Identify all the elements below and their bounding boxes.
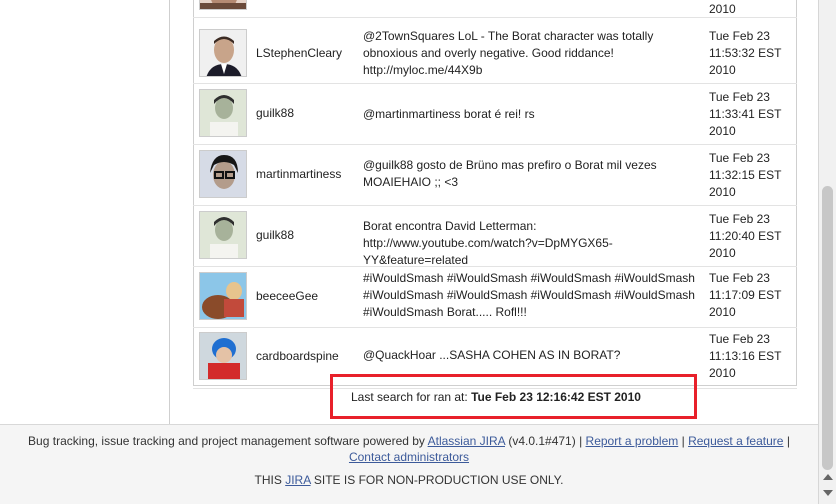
- avatar[interactable]: [199, 332, 247, 380]
- footer-separator: |: [786, 434, 790, 448]
- avatar[interactable]: [199, 89, 247, 137]
- avatar[interactable]: [199, 211, 247, 259]
- tweet-text: Borat encontra David Letterman: http://w…: [363, 219, 613, 267]
- scroll-down-arrow-icon[interactable]: [823, 490, 833, 496]
- table-row: LStephenCleary @2TownSquares LoL - The B…: [193, 23, 797, 84]
- report-problem-link[interactable]: Report a problem: [586, 434, 679, 448]
- tweet-date: Tue Feb 23 11:33:41 EST 2010: [709, 90, 782, 138]
- avatar[interactable]: [199, 0, 247, 10]
- username[interactable]: guilk88: [256, 228, 294, 242]
- table-row: guilk88 Borat encontra David Letterman: …: [193, 206, 797, 267]
- page-footer: Bug tracking, issue tracking and project…: [0, 424, 818, 504]
- tweet-text: #iWouldSmash #iWouldSmash #iWouldSmash #…: [363, 271, 695, 319]
- tweet-date: Tue Feb 23 11:13:16 EST 2010: [709, 332, 782, 380]
- username[interactable]: guilk88: [256, 106, 294, 120]
- footer-separator: |: [579, 434, 583, 448]
- footer-links: Bug tracking, issue tracking and project…: [0, 433, 818, 465]
- notice-before: THIS: [254, 473, 282, 487]
- atlassian-jira-link[interactable]: Atlassian JIRA: [428, 434, 505, 448]
- last-search-timestamp: Tue Feb 23 12:16:42 EST 2010: [471, 390, 641, 404]
- table-row: 2010: [193, 0, 797, 18]
- contact-administrators-link[interactable]: Contact administrators: [349, 450, 469, 464]
- username[interactable]: beeceeGee: [256, 289, 318, 303]
- tweet-date: Tue Feb 23 11:20:40 EST 2010: [709, 212, 782, 260]
- tweet-date: Tue Feb 23 11:32:15 EST 2010: [709, 151, 782, 199]
- last-search-text: Last search for ran at: Tue Feb 23 12:16…: [351, 390, 641, 404]
- vertical-scrollbar[interactable]: [818, 0, 836, 504]
- table-row: beeceeGee #iWouldSmash #iWouldSmash #iWo…: [193, 267, 797, 328]
- footer-separator: |: [681, 434, 685, 448]
- tweet-text: @QuackHoar ...SASHA COHEN AS IN BORAT?: [363, 348, 621, 362]
- table-row: martinmartiness @guilk88 gosto de Brüno …: [193, 145, 797, 206]
- scrollbar-thumb[interactable]: [822, 186, 833, 470]
- request-feature-link[interactable]: Request a feature: [688, 434, 783, 448]
- last-search-box: Last search for ran at: Tue Feb 23 12:16…: [330, 374, 697, 419]
- footer-powered-text: Bug tracking, issue tracking and project…: [28, 434, 425, 448]
- tweet-date: 2010: [709, 2, 736, 16]
- avatar[interactable]: [199, 272, 247, 320]
- tweet-text: @martinmartiness borat é rei! rs: [363, 107, 535, 121]
- username[interactable]: LStephenCleary: [256, 46, 342, 60]
- notice-after: SITE IS FOR NON-PRODUCTION USE ONLY.: [313, 473, 564, 487]
- username[interactable]: cardboardspine: [256, 349, 339, 363]
- avatar[interactable]: [199, 150, 247, 198]
- non-production-notice: THIS JIRA SITE IS FOR NON-PRODUCTION USE…: [0, 473, 818, 487]
- footer-version: (v4.0.1#471): [508, 434, 576, 448]
- tweet-date: Tue Feb 23 11:53:32 EST 2010: [709, 29, 782, 77]
- left-gutter: [0, 0, 170, 424]
- avatar[interactable]: [199, 29, 247, 77]
- username[interactable]: martinmartiness: [256, 167, 341, 181]
- tweet-date: Tue Feb 23 11:17:09 EST 2010: [709, 271, 782, 319]
- scroll-up-arrow-icon[interactable]: [823, 474, 833, 480]
- last-search-prefix: Last search for ran at:: [351, 390, 468, 404]
- table-row: guilk88 @martinmartiness borat é rei! rs…: [193, 84, 797, 145]
- tweet-text: @2TownSquares LoL - The Borat character …: [363, 29, 654, 77]
- tweet-text: @guilk88 gosto de Brüno mas prefiro o Bo…: [363, 158, 657, 189]
- notice-jira-link[interactable]: JIRA: [285, 473, 310, 487]
